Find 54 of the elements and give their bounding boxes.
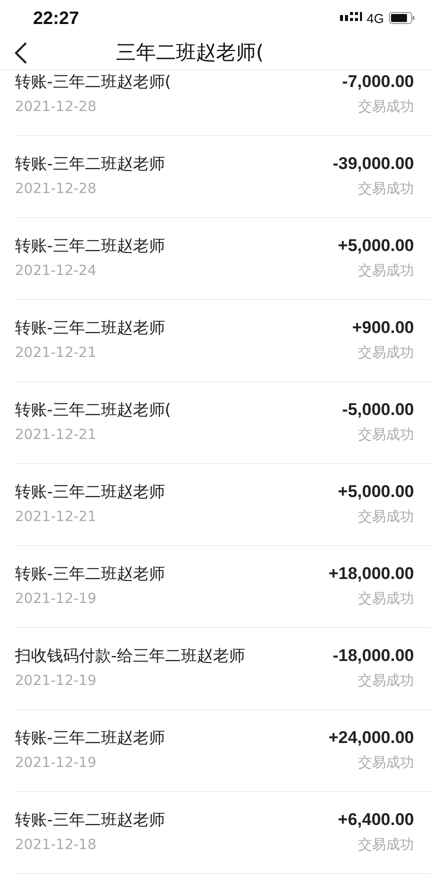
transaction-name: 转账-三年二班赵老师 xyxy=(15,154,165,175)
transaction-amount: +24,000.00 xyxy=(328,728,414,748)
transaction-name: 转账-三年二班赵老师 xyxy=(15,318,165,339)
transaction-row[interactable]: 转账-三年二班赵老师 2021-12-19 +24,000.00 交易成功 xyxy=(15,710,431,792)
transaction-amount: +5,000.00 xyxy=(338,482,414,502)
transaction-status: 交易成功 xyxy=(358,262,414,280)
transaction-row[interactable]: 转账-三年二班赵老师 2021-12-28 -39,000.00 交易成功 xyxy=(15,136,431,218)
transaction-row[interactable]: 转账-三年二班赵老师( 2021-12-28 -7,000.00 交易成功 xyxy=(15,70,431,136)
transaction-status: 交易成功 xyxy=(358,672,414,690)
transaction-row[interactable]: 扫收钱码付款-给三年二班赵老师 2021-12-19 -18,000.00 交易成功 xyxy=(15,628,431,710)
transaction-row[interactable]: 转账-三年二班赵老师 2021-12-18 +6,400.00 交易成功 xyxy=(15,792,431,874)
transaction-amount: -18,000.00 xyxy=(332,646,414,666)
transaction-status: 交易成功 xyxy=(358,180,414,198)
status-time: 22:27 xyxy=(33,8,80,29)
transaction-row[interactable]: 转账-三年二班赵老师( 2021-12-21 -5,000.00 交易成功 xyxy=(15,382,431,464)
transaction-amount: -7,000.00 xyxy=(342,72,414,92)
transaction-date: 2021-12-19 xyxy=(15,591,96,607)
transaction-name: 转账-三年二班赵老师 xyxy=(15,810,165,831)
transaction-status: 交易成功 xyxy=(358,836,414,854)
transaction-name: 扫收钱码付款-给三年二班赵老师 xyxy=(15,646,245,667)
transaction-row[interactable]: 转账-三年二班赵老师 2021-12-19 +18,000.00 交易成功 xyxy=(15,546,431,628)
transaction-row[interactable]: 转账-三年二班赵老师 2021-12-21 +5,000.00 交易成功 xyxy=(15,464,431,546)
transaction-name: 转账-三年二班赵老师( xyxy=(15,400,172,421)
transaction-date: 2021-12-28 xyxy=(15,99,96,115)
transaction-row[interactable]: 转账-三年二班赵老师 2021-12-21 +900.00 交易成功 xyxy=(15,300,431,382)
transaction-date: 2021-12-21 xyxy=(15,427,96,443)
transaction-date: 2021-12-21 xyxy=(15,345,96,361)
transaction-name: 转账-三年二班赵老师 xyxy=(15,728,165,749)
transaction-date: 2021-12-21 xyxy=(15,509,96,525)
transaction-row[interactable]: 转账-三年二班赵老师 2021-12-24 +5,000.00 交易成功 xyxy=(15,218,431,300)
network-label: 4G xyxy=(366,10,384,26)
page-title: 三年二班赵老师( xyxy=(116,39,264,66)
transaction-amount: -5,000.00 xyxy=(342,400,414,420)
transaction-date: 2021-12-19 xyxy=(15,673,96,689)
transaction-name: 转账-三年二班赵老师 xyxy=(15,236,165,257)
transaction-date: 2021-12-28 xyxy=(15,181,96,197)
transaction-name: 转账-三年二班赵老师 xyxy=(15,564,165,585)
transaction-status: 交易成功 xyxy=(358,344,414,362)
transaction-date: 2021-12-19 xyxy=(15,755,96,771)
battery-icon xyxy=(389,12,415,24)
transaction-status: 交易成功 xyxy=(358,754,414,772)
transaction-amount: -39,000.00 xyxy=(332,154,414,174)
transaction-name: 转账-三年二班赵老师 xyxy=(15,482,165,503)
transaction-status: 交易成功 xyxy=(358,426,414,444)
transaction-name: 转账-三年二班赵老师( xyxy=(15,72,172,93)
transaction-status: 交易成功 xyxy=(358,590,414,608)
transaction-amount: +18,000.00 xyxy=(328,564,414,584)
transaction-status: 交易成功 xyxy=(358,98,414,116)
transaction-amount: +6,400.00 xyxy=(338,810,414,830)
transaction-status: 交易成功 xyxy=(358,508,414,526)
transaction-amount: +5,000.00 xyxy=(338,236,414,256)
transaction-date: 2021-12-24 xyxy=(15,263,96,279)
transaction-date: 2021-12-18 xyxy=(15,837,96,853)
transaction-amount: +900.00 xyxy=(352,318,414,338)
